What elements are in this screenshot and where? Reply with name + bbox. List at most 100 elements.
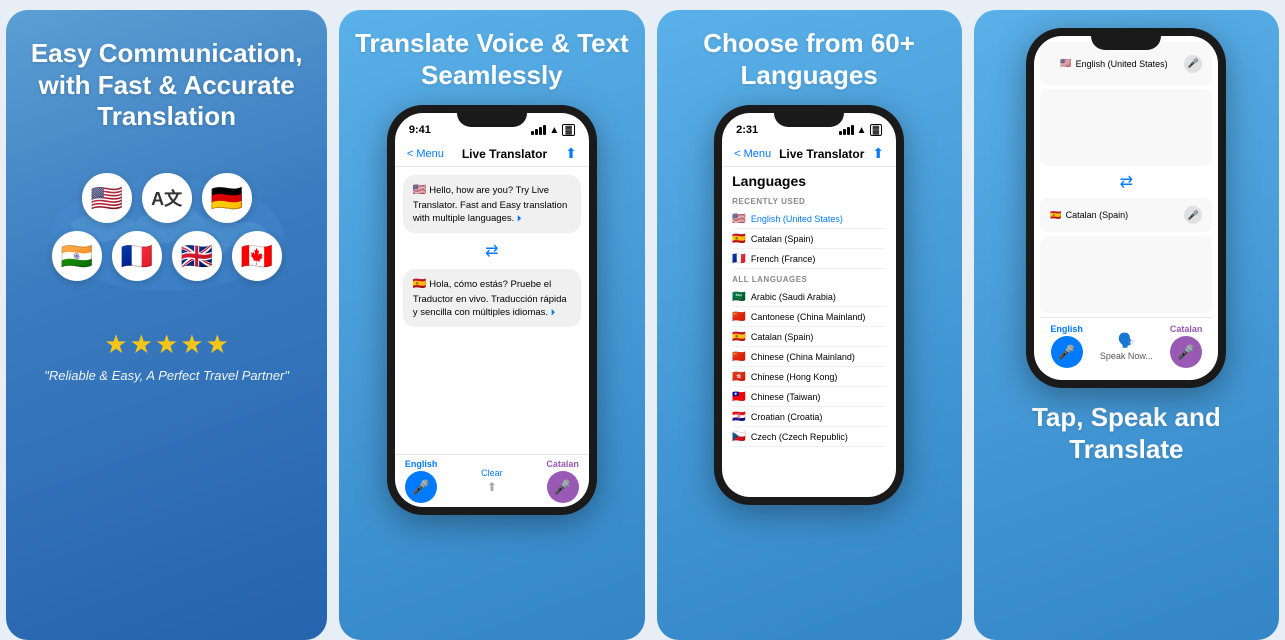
wifi-icon-3: ▲ (857, 125, 867, 136)
lang-bottom-name: Catalan (Spain) (1066, 210, 1129, 220)
es-flag-bottom: 🇪🇸 (1050, 210, 1061, 221)
status-icons-3: ▲ ▓ (839, 124, 882, 136)
mic-top-small[interactable]: 🎤 (1184, 55, 1202, 73)
lang-item-1[interactable]: 🇪🇸 Catalan (Spain) (732, 229, 886, 249)
us-flag: 🇺🇸 (82, 173, 132, 223)
translate-icon: A文 (142, 173, 192, 223)
share-icon-3[interactable]: ⬆ (872, 145, 884, 162)
phone-mockup-2: 9:41 ▲ ▓ < Menu Live Translator ⬆ (387, 105, 597, 515)
panel-2: Translate Voice & Text Seamlessly 9:41 ▲… (339, 10, 644, 640)
time-3: 2:31 (736, 124, 758, 136)
lang-flag-8: 🇹🇼 (732, 390, 746, 403)
phone-bottom-bar-4: English 🎤 🗣️ Speak Now... Catalan 🎤 (1040, 317, 1212, 374)
us-flag-top: 🇺🇸 (1060, 58, 1071, 69)
panel-4-headline: Tap, Speak and Translate (984, 402, 1269, 465)
person-icon: 🗣️ (1118, 332, 1135, 349)
lang-name-6: Chinese (China Mainland) (751, 352, 855, 362)
mic-bottom-small[interactable]: 🎤 (1184, 206, 1202, 224)
phone-bottom-bar-2: English 🎤 Clear ⬆ Catalan 🎤 (395, 454, 589, 507)
lang-item-5[interactable]: 🇪🇸 Catalan (Spain) (732, 327, 886, 347)
lang-item-8[interactable]: 🇹🇼 Chinese (Taiwan) (732, 387, 886, 407)
star-1: ★ (104, 329, 127, 360)
clear-label[interactable]: Clear (481, 468, 503, 478)
bubble1-text: Hello, how are you? Try Live Translator.… (413, 185, 567, 224)
play-icon-1[interactable]: ⏵ (517, 213, 522, 223)
lang-item-0[interactable]: 🇺🇸 English (United States) (732, 209, 886, 229)
lang-item-7[interactable]: 🇭🇰 Chinese (Hong Kong) (732, 367, 886, 387)
swap-icon-2[interactable]: ⇄ (403, 241, 581, 261)
panel-3-headline: Choose from 60+ Languages (667, 28, 952, 91)
phone-mockup-4: 🇺🇸 English (United States) 🎤 ⇄ 🇪🇸 Catala… (1026, 28, 1226, 388)
lang-left-label: English (405, 459, 438, 469)
flags-container: 🇺🇸 A文 🇩🇪 🇮🇳 🇫🇷 🇬🇧 🇨🇦 (24, 173, 309, 281)
lang-flag-9: 🇭🇷 (732, 410, 746, 423)
lang-item-10[interactable]: 🇨🇿 Czech (Czech Republic) (732, 427, 886, 447)
lang-right-label-4: Catalan (1170, 324, 1203, 334)
all-languages-label: ALL LANGUAGES (732, 275, 886, 284)
translator-ui: 🇺🇸 English (United States) 🎤 ⇄ 🇪🇸 Catala… (1034, 36, 1218, 380)
lang-name-10: Czech (Czech Republic) (751, 432, 848, 442)
lang-right-btn[interactable]: Catalan 🎤 (546, 459, 579, 503)
battery-icon-3: ▓ (870, 124, 883, 136)
lang-bottom-flag: 🇪🇸 Catalan (Spain) (1050, 210, 1128, 221)
lang-item-9[interactable]: 🇭🇷 Croatian (Croatia) (732, 407, 886, 427)
mic-purple-btn-4[interactable]: 🎤 (1170, 336, 1202, 368)
bubble2-text: Hola, cómo estás? Pruebe el Traductor en… (413, 279, 567, 318)
back-button-3[interactable]: < Menu (734, 148, 771, 160)
lang-item-4[interactable]: 🇨🇳 Cantonese (China Mainland) (732, 307, 886, 327)
flags-top-row: 🇺🇸 A文 🇩🇪 (82, 173, 252, 223)
panel-3: Choose from 60+ Languages 2:31 ▲ ▓ (657, 10, 962, 640)
panel-2-headline: Translate Voice & Text Seamlessly (349, 28, 634, 91)
mic-purple-btn[interactable]: 🎤 (547, 471, 579, 503)
lang-top-flag: 🇺🇸 English (United States) (1050, 50, 1177, 77)
lang-name-2: French (France) (751, 254, 816, 264)
share-icon-2[interactable]: ⬆ (565, 145, 577, 162)
wifi-icon: ▲ (549, 125, 559, 136)
lang-top-name: English (United States) (1076, 59, 1168, 69)
phone-nav-2: < Menu Live Translator ⬆ (395, 141, 589, 167)
lang-name-4: Cantonese (China Mainland) (751, 312, 866, 322)
swap-row-4[interactable]: ⇄ (1040, 172, 1212, 192)
phone-notch-3 (774, 105, 844, 127)
lang-name-5: Catalan (Spain) (751, 332, 814, 342)
status-icons-2: ▲ ▓ (531, 124, 574, 136)
chat-content-2: 🇺🇸 Hello, how are you? Try Live Translat… (395, 167, 589, 454)
chat-bubble-2: 🇪🇸 Hola, cómo estás? Pruebe el Traductor… (403, 269, 581, 327)
phone-screen-3: 2:31 ▲ ▓ < Menu Live Translator ⬆ (722, 113, 896, 497)
mic-blue-btn[interactable]: 🎤 (405, 471, 437, 503)
back-button-2[interactable]: < Menu (407, 148, 444, 160)
lang-bottom-row[interactable]: 🇪🇸 Catalan (Spain) 🎤 (1040, 198, 1212, 232)
signal-icon-3 (839, 125, 854, 135)
star-5: ★ (206, 329, 229, 360)
speak-now-area-4: 🗣️ Speak Now... (1100, 332, 1153, 361)
review-text: "Reliable & Easy, A Perfect Travel Partn… (44, 368, 289, 383)
battery-icon: ▓ (562, 124, 575, 136)
lang-right-label: Catalan (546, 459, 579, 469)
ca-flag: 🇨🇦 (232, 231, 282, 281)
us-flag-chat: 🇺🇸 (413, 184, 427, 196)
phone-notch-4 (1091, 28, 1161, 50)
lang-item-3[interactable]: 🇸🇦 Arabic (Saudi Arabia) (732, 287, 886, 307)
text-area-top[interactable] (1040, 89, 1212, 166)
world-map-area: 🇺🇸 A文 🇩🇪 🇮🇳 🇫🇷 🇬🇧 🇨🇦 (24, 155, 309, 315)
nav-title-2: Live Translator (462, 147, 547, 161)
text-area-bottom[interactable] (1040, 236, 1212, 313)
lang-flag-7: 🇭🇰 (732, 370, 746, 383)
play-icon-2[interactable]: ⏵ (551, 307, 556, 317)
lang-left-label-4: English (1050, 324, 1083, 334)
stars-row: ★ ★ ★ ★ ★ (104, 329, 229, 360)
lang-item-2[interactable]: 🇫🇷 French (France) (732, 249, 886, 269)
lang-item-6[interactable]: 🇨🇳 Chinese (China Mainland) (732, 347, 886, 367)
lang-right-btn-4[interactable]: Catalan 🎤 (1170, 324, 1203, 368)
lang-flag-2: 🇫🇷 (732, 252, 746, 265)
panel-1-headline: Easy Communication, with Fast & Accurate… (24, 38, 309, 133)
list-title: Languages (732, 173, 886, 189)
lang-name-0: English (United States) (751, 214, 843, 224)
lang-left-btn[interactable]: English 🎤 (405, 459, 438, 503)
es-flag-chat: 🇪🇸 (413, 278, 427, 290)
upload-icon[interactable]: ⬆ (487, 480, 497, 494)
phone-nav-3: < Menu Live Translator ⬆ (722, 141, 896, 167)
phone-screen-2: 9:41 ▲ ▓ < Menu Live Translator ⬆ (395, 113, 589, 507)
lang-left-btn-4[interactable]: English 🎤 (1050, 324, 1083, 368)
mic-blue-btn-4[interactable]: 🎤 (1051, 336, 1083, 368)
